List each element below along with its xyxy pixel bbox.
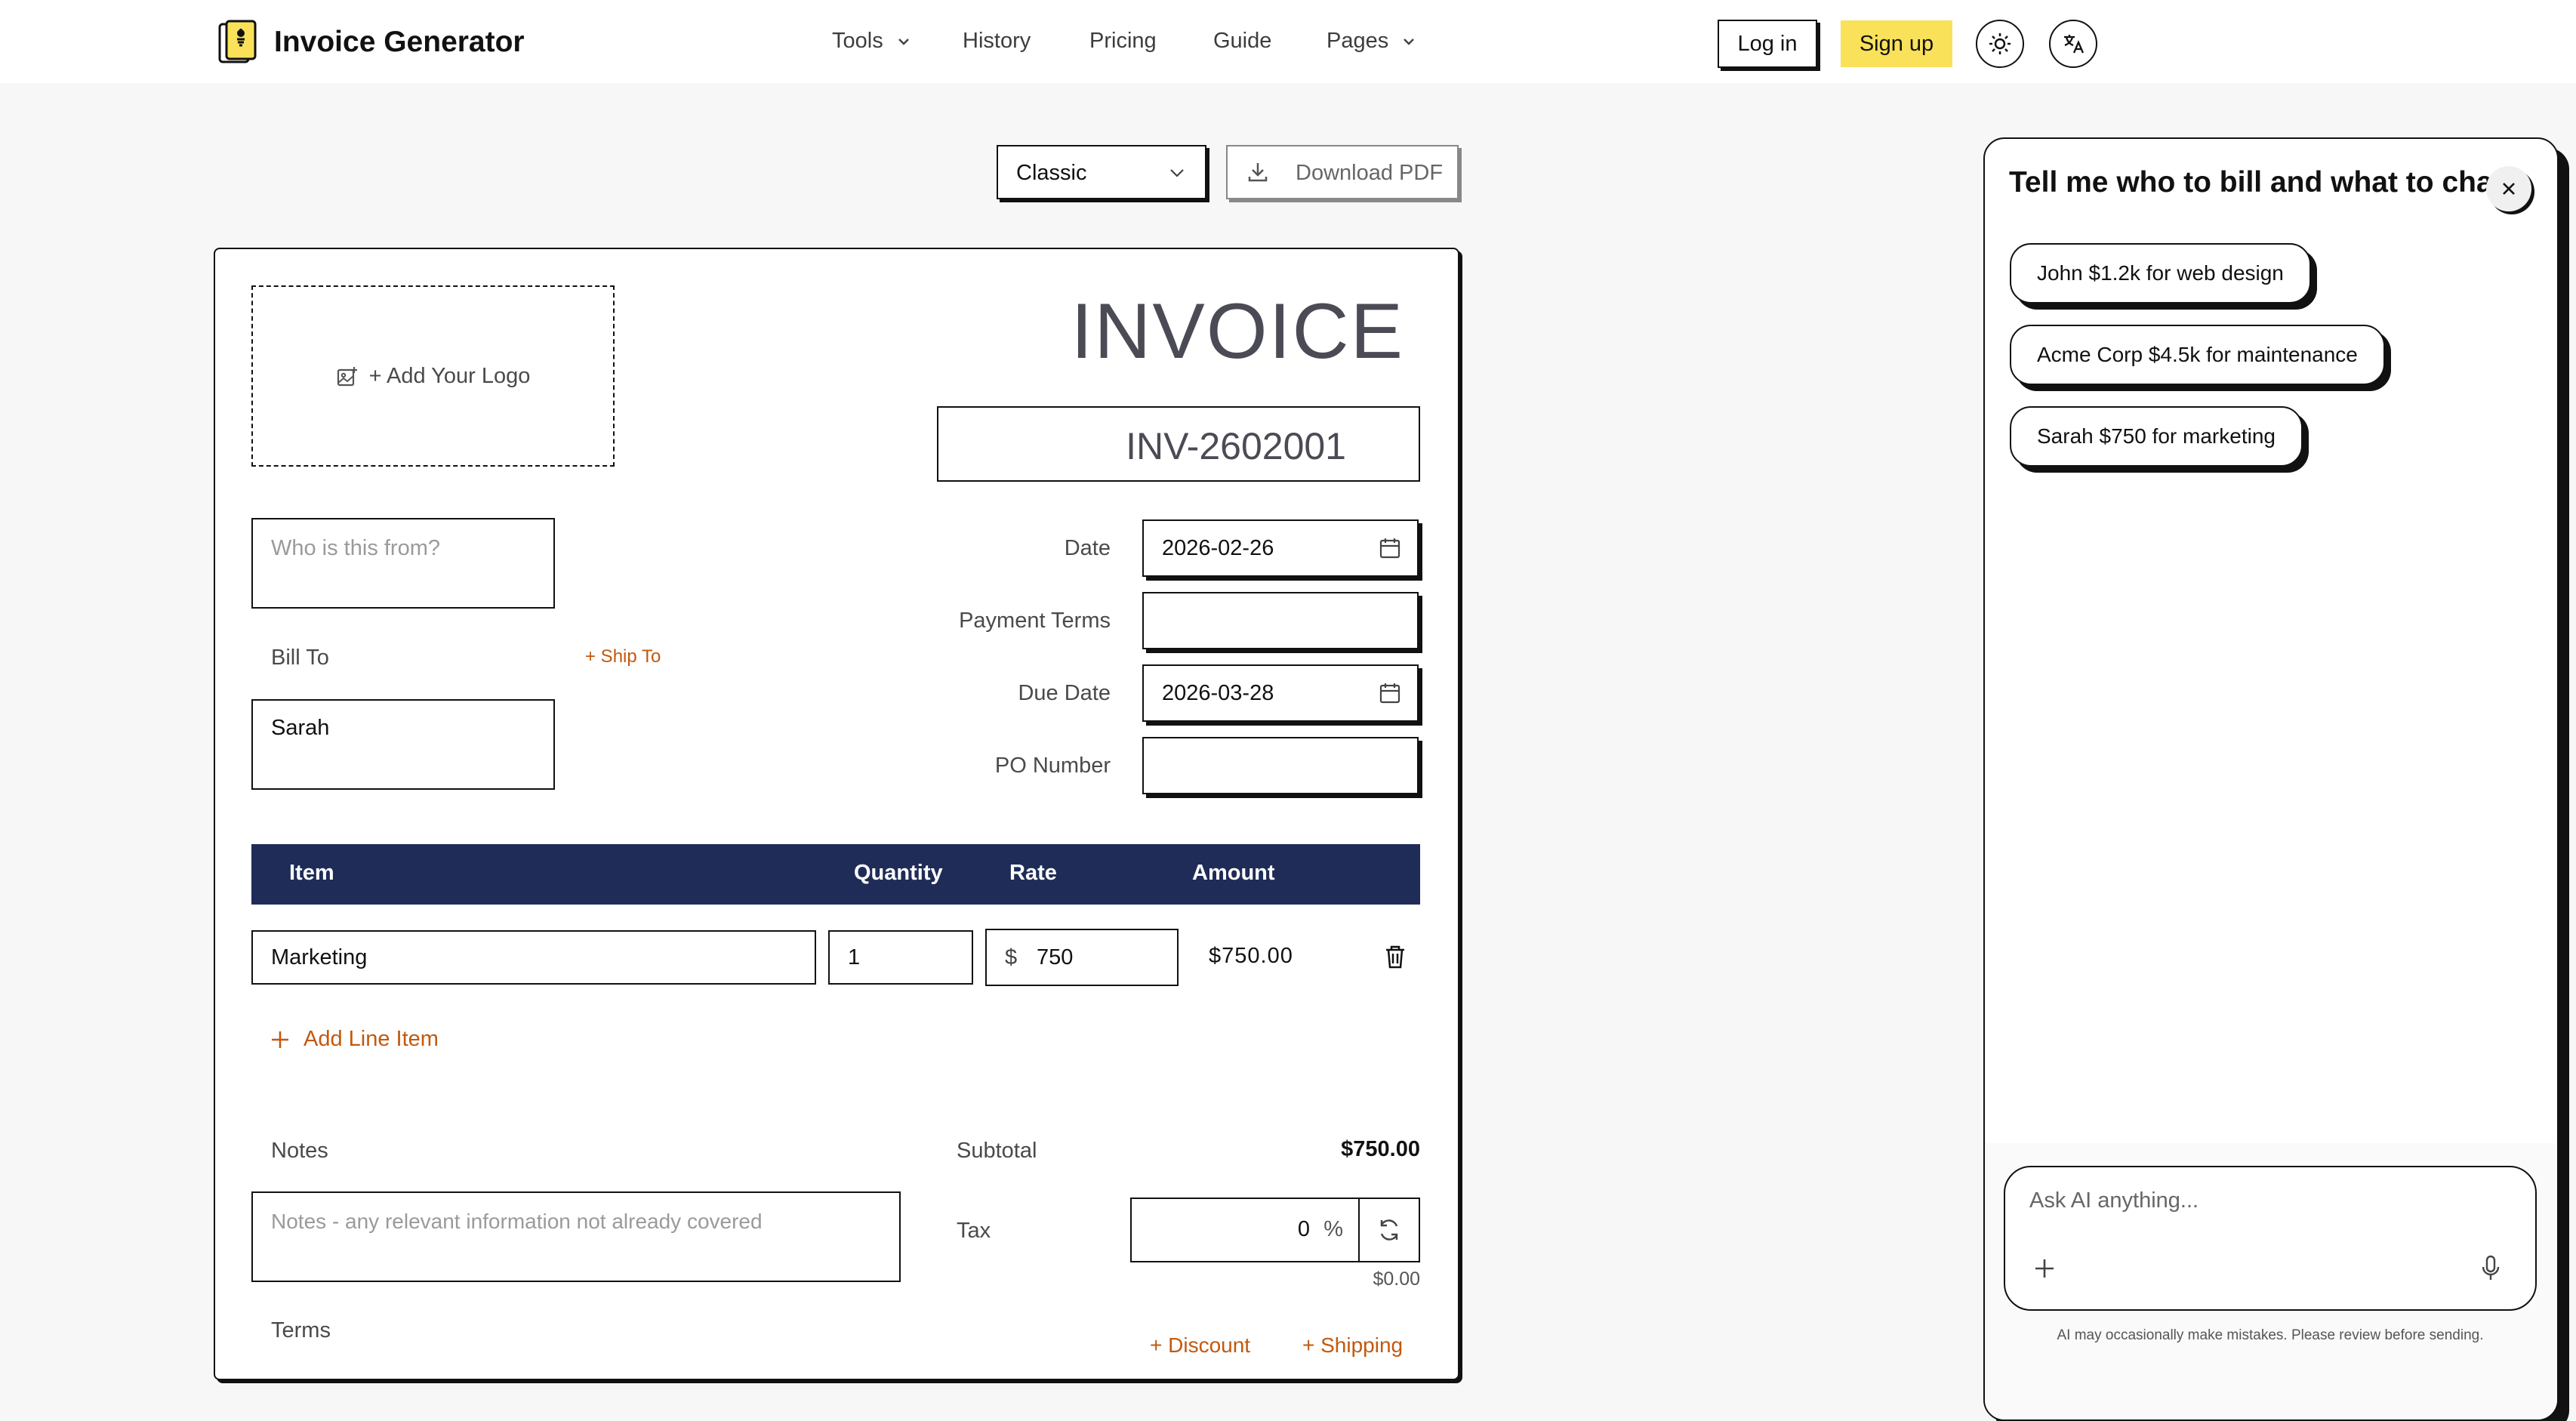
template-select[interactable]: Classic (997, 145, 1206, 199)
language-button[interactable] (2049, 20, 2097, 68)
download-pdf-button[interactable]: Download PDF (1226, 145, 1459, 199)
suggestion-chip-label: Sarah $750 for marketing (2037, 424, 2276, 448)
date-field[interactable]: 2026-02-26 (1142, 519, 1419, 577)
line-item-description-input[interactable]: Marketing (251, 930, 816, 985)
suggestion-chip-label: John $1.2k for web design (2037, 261, 2284, 285)
translate-icon (2064, 35, 2085, 54)
bill-to-value: Sarah (271, 716, 330, 740)
signup-label: Sign up (1859, 31, 1934, 56)
logo-upload-label: + Add Your Logo (368, 363, 531, 388)
close-icon (2503, 183, 2515, 195)
nav-pages-label: Pages (1327, 29, 1389, 53)
from-field[interactable]: Who is this from? (251, 518, 555, 609)
payment-terms-label: Payment Terms (959, 609, 1111, 633)
trash-icon[interactable] (1383, 944, 1407, 969)
terms-label: Terms (271, 1318, 331, 1342)
logo-upload-area[interactable]: + Add Your Logo (251, 285, 615, 467)
add-discount-link[interactable]: + Discount (1150, 1333, 1250, 1358)
download-icon (1248, 163, 1268, 182)
add-line-item-label: Add Line Item (304, 1027, 439, 1051)
brand-logo-icon[interactable] (217, 20, 258, 66)
notes-label: Notes (271, 1139, 328, 1163)
items-table-header: Item Quantity Rate Amount (251, 844, 1420, 905)
column-header-amount: Amount (1192, 861, 1275, 885)
currency-symbol: $ (1005, 945, 1018, 969)
notes-field[interactable]: Notes - any relevant information not alr… (251, 1191, 901, 1282)
suggestion-chip[interactable]: Acme Corp $4.5k for maintenance (2010, 325, 2385, 385)
subtotal-label: Subtotal (957, 1139, 1037, 1163)
ship-to-link[interactable]: + Ship To (585, 646, 661, 667)
brand-name[interactable]: Invoice Generator (274, 26, 525, 59)
close-assistant-button[interactable] (2486, 166, 2531, 211)
microphone-icon[interactable] (2479, 1255, 2502, 1282)
line-item-amount: $750.00 (1209, 944, 1293, 968)
date-value: 2026-02-26 (1162, 536, 1274, 560)
plus-icon[interactable] (2034, 1258, 2055, 1279)
date-label: Date (1064, 536, 1111, 560)
bill-to-label: Bill To (271, 646, 329, 670)
plus-icon (272, 1031, 288, 1048)
download-pdf-label: Download PDF (1296, 161, 1444, 185)
invoice-number-field[interactable]: INV-2602001 (937, 406, 1420, 482)
assistant-chat-input[interactable]: Ask AI anything... (2004, 1166, 2537, 1311)
nav-pricing[interactable]: Pricing (1089, 29, 1157, 54)
line-item-quantity-value: 1 (848, 945, 861, 969)
due-date-field[interactable]: 2026-03-28 (1142, 664, 1419, 722)
invoice-number-value: INV-2602001 (1126, 425, 1346, 467)
column-header-quantity: Quantity (854, 861, 943, 885)
tax-amount: $0.00 (1373, 1268, 1420, 1290)
sun-icon (1989, 33, 2011, 54)
tax-value: 0 (1297, 1217, 1310, 1241)
calendar-icon[interactable] (1378, 536, 1402, 560)
chevron-down-icon (898, 39, 909, 46)
nav-pages[interactable]: Pages (1327, 29, 1416, 54)
due-date-label: Due Date (1018, 681, 1111, 705)
login-button[interactable]: Log in (1718, 20, 1817, 68)
calendar-icon[interactable] (1378, 681, 1402, 705)
nav-history[interactable]: History (963, 29, 1031, 54)
tax-label: Tax (957, 1219, 991, 1243)
add-line-item-button[interactable]: Add Line Item (270, 1027, 439, 1052)
column-header-item: Item (289, 861, 334, 885)
assistant-title: Tell me who to bill and what to charge (2009, 166, 2492, 199)
nav-tools[interactable]: Tools (832, 29, 911, 54)
column-header-rate: Rate (1009, 861, 1057, 885)
po-number-label: PO Number (994, 754, 1111, 778)
template-select-value: Classic (1016, 161, 1087, 185)
invoice-heading: INVOICE (1071, 288, 1404, 375)
refresh-icon (1380, 1219, 1398, 1241)
signup-button[interactable]: Sign up (1841, 20, 1952, 67)
line-item-rate-input[interactable]: $ 750 (985, 929, 1179, 986)
image-plus-icon (337, 367, 357, 387)
tax-unit: % (1323, 1217, 1343, 1241)
line-item-rate-value: 750 (1037, 945, 1074, 969)
from-placeholder: Who is this from? (271, 536, 440, 560)
nav-tools-label: Tools (832, 29, 883, 53)
suggestion-chip-label: Acme Corp $4.5k for maintenance (2037, 343, 2358, 366)
login-label: Log in (1737, 31, 1798, 56)
chevron-down-icon (1170, 169, 1184, 177)
po-number-field[interactable] (1142, 737, 1419, 794)
nav-guide[interactable]: Guide (1213, 29, 1271, 54)
suggestion-chip[interactable]: John $1.2k for web design (2010, 243, 2311, 304)
tax-type-toggle-button[interactable] (1358, 1198, 1420, 1262)
top-navbar: Invoice Generator Tools History Pricing … (0, 0, 2576, 83)
tax-input[interactable]: 0 % (1130, 1198, 1360, 1262)
notes-placeholder: Notes - any relevant information not alr… (271, 1210, 763, 1233)
chevron-down-icon (1404, 39, 1415, 46)
assistant-disclaimer: AI may occasionally make mistakes. Pleas… (2057, 1327, 2484, 1343)
due-date-value: 2026-03-28 (1162, 681, 1274, 705)
line-item-description-value: Marketing (271, 945, 368, 969)
payment-terms-field[interactable] (1142, 592, 1419, 649)
subtotal-value: $750.00 (1341, 1137, 1420, 1161)
bill-to-field[interactable]: Sarah (251, 699, 555, 790)
theme-toggle-button[interactable] (1976, 20, 2024, 68)
chat-input-placeholder: Ask AI anything... (2029, 1188, 2199, 1213)
line-item-quantity-input[interactable]: 1 (828, 930, 973, 985)
add-shipping-link[interactable]: + Shipping (1302, 1333, 1403, 1358)
suggestion-chip[interactable]: Sarah $750 for marketing (2010, 406, 2303, 467)
